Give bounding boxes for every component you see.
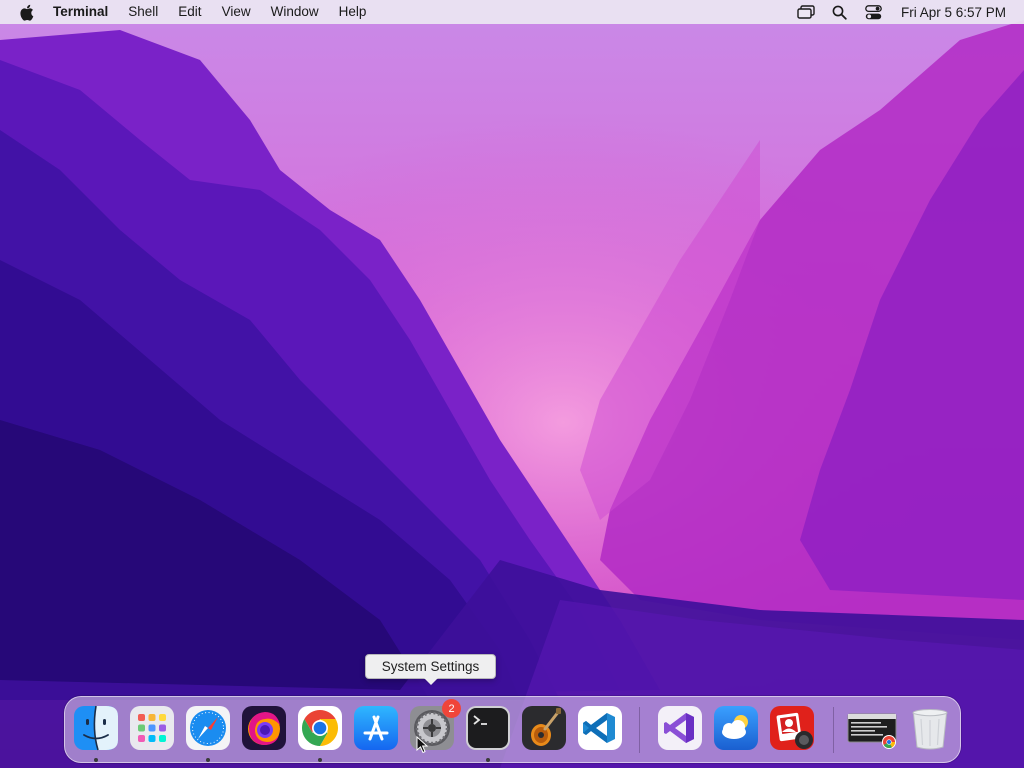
- control-center-icon[interactable]: [864, 2, 884, 22]
- desktop-wallpaper: [0, 0, 1024, 768]
- menu-bar: Terminal Shell Edit View Window Help Fri…: [0, 0, 1024, 24]
- running-indicator: [318, 758, 322, 762]
- chrome-icon: [298, 706, 342, 750]
- running-indicator: [206, 758, 210, 762]
- launchpad-icon: [130, 706, 174, 750]
- dock-item-terminal[interactable]: [465, 705, 511, 751]
- dock-tooltip: System Settings: [365, 654, 496, 685]
- menu-view[interactable]: View: [212, 0, 261, 24]
- app-store-icon: [354, 706, 398, 750]
- dock-separator: [639, 707, 640, 753]
- dock: 2: [64, 696, 961, 763]
- menu-window[interactable]: Window: [261, 0, 329, 24]
- dock-separator: [833, 707, 834, 753]
- garageband-icon: [522, 706, 566, 750]
- dock-item-minimized-window[interactable]: [847, 705, 897, 751]
- running-indicator: [94, 758, 98, 762]
- safari-icon: [186, 706, 230, 750]
- dock-item-visual-studio[interactable]: [657, 705, 703, 751]
- dock-item-firefox[interactable]: [241, 705, 287, 751]
- photo-booth-icon: [770, 706, 814, 750]
- apple-menu-icon[interactable]: [16, 2, 36, 22]
- menu-shell[interactable]: Shell: [118, 0, 168, 24]
- vscode-icon: [578, 706, 622, 750]
- firefox-icon: [242, 706, 286, 750]
- finder-icon: [74, 705, 118, 751]
- visual-studio-icon: [658, 706, 702, 750]
- menu-edit[interactable]: Edit: [168, 0, 211, 24]
- terminal-icon: [466, 706, 510, 750]
- dock-item-launchpad[interactable]: [129, 705, 175, 751]
- menu-bar-right: Fri Apr 5 6:57 PM: [789, 0, 1024, 24]
- spotlight-search-icon[interactable]: [830, 2, 850, 22]
- menu-bar-left: Terminal Shell Edit View Window Help: [0, 0, 376, 24]
- menu-bar-clock[interactable]: Fri Apr 5 6:57 PM: [901, 5, 1006, 20]
- notification-badge: 2: [442, 699, 461, 718]
- dock-item-finder[interactable]: [73, 705, 119, 751]
- dock-item-trash[interactable]: [907, 705, 953, 751]
- dock-item-weather[interactable]: [713, 705, 759, 751]
- trash-icon: [912, 709, 948, 750]
- menu-help[interactable]: Help: [329, 0, 377, 24]
- dock-item-safari[interactable]: [185, 705, 231, 751]
- dock-item-chrome[interactable]: [297, 705, 343, 751]
- dock-item-app-store[interactable]: [353, 705, 399, 751]
- dock-item-garageband[interactable]: [521, 705, 567, 751]
- running-indicator: [486, 758, 490, 762]
- dock-item-vscode[interactable]: [577, 705, 623, 751]
- menu-app-name[interactable]: Terminal: [53, 0, 118, 24]
- mouse-cursor-icon: [416, 736, 428, 754]
- dock-tooltip-text: System Settings: [381, 659, 480, 674]
- chrome-window-thumbnail-icon: [847, 713, 897, 749]
- weather-icon: [714, 706, 758, 750]
- screen-mirroring-icon[interactable]: [796, 2, 816, 22]
- dock-item-photo-booth[interactable]: [769, 705, 815, 751]
